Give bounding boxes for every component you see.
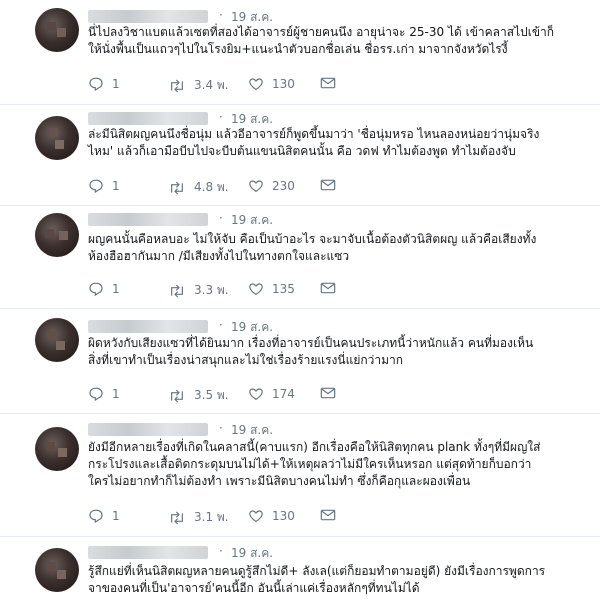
tweet-text-line: ล่ะมีนิสิตผญคนนึงชื่อนุ่ม แล้วอีอาจารย์ก… [88, 127, 540, 141]
like-button[interactable]: 135 [248, 281, 295, 297]
author-name-blurred[interactable] [88, 10, 208, 23]
retweet-button[interactable]: 3.1 พ. [168, 508, 229, 527]
retweet-button[interactable]: 3.3 พ. [168, 281, 229, 300]
tweet-actions: 1 3.4 พ. 130 [88, 76, 538, 96]
like-button[interactable]: 174 [248, 386, 295, 402]
direct-message-button[interactable] [320, 281, 336, 295]
author-name-blurred[interactable] [88, 112, 208, 125]
tweet-actions: 1 4.8 พ. 230 [88, 178, 538, 198]
tweet[interactable]: · 19 ส.ค. รู้สึกแย่ที่เห็นนิสิตผญหลายคนด… [0, 536, 600, 607]
reply-count: 1 [112, 509, 120, 523]
heart-icon [249, 510, 263, 523]
retweet-count: 3.4 พ. [194, 78, 229, 92]
author-name-blurred[interactable] [88, 213, 208, 226]
reply-button[interactable]: 1 [88, 386, 120, 402]
retweet-icon [171, 79, 183, 92]
reply-button[interactable]: 1 [88, 281, 120, 297]
tweet-text-line: รู้สึกแย่ที่เห็นนิสิตผญหลายคนดูรู้สึกไม่… [88, 564, 546, 578]
like-count: 130 [272, 509, 295, 523]
tweet-text-line: ผิดหวังกับเสียงแซวที่ได้ยินมาก เรื่องที่… [88, 336, 534, 350]
retweet-count: 4.8 พ. [194, 180, 229, 194]
tweet-text-line: กระโปรงและเสื้อติดกระดุมบนไม่ได้+ให้เหตุ… [88, 457, 532, 471]
heart-icon [249, 388, 263, 401]
retweet-button[interactable]: 3.5 พ. [168, 386, 229, 405]
tweet-date[interactable]: 19 ส.ค. [231, 211, 273, 230]
tweet-actions: 1 3.1 พ. 130 [88, 508, 538, 528]
reply-count: 1 [112, 77, 120, 91]
tweet[interactable]: · 19 ส.ค. ผญคนนั้นคือหลบอะ ไม่ให้จับ คือ… [0, 205, 600, 309]
retweet-count: 3.5 พ. [194, 388, 229, 402]
tweet-date[interactable]: 19 ส.ค. [231, 421, 273, 440]
tweet[interactable]: · 19 ส.ค. ล่ะมีนิสิตผญคนนึงชื่อนุ่ม แล้ว… [0, 104, 600, 206]
like-button[interactable]: 130 [248, 508, 295, 524]
like-count: 230 [272, 179, 295, 193]
tweet-text-line: นี่ไปลงวิชาแบตแล้วเซตที่สองได้อาจารย์ผู้… [88, 25, 555, 39]
like-button[interactable]: 130 [248, 76, 295, 92]
envelope-icon [320, 387, 336, 399]
like-count: 135 [272, 282, 295, 296]
tweet-text-line: ผญคนนั้นคือหลบอะ ไม่ให้จับ คือเป็นบ้าอะไ… [88, 232, 537, 246]
tweet[interactable]: · 19 ส.ค. ยังมีอีกหลายเรื่องที่เกิดในคลา… [0, 413, 600, 537]
avatar[interactable] [35, 427, 79, 471]
like-button[interactable]: 230 [248, 178, 295, 194]
retweet-icon [171, 181, 183, 194]
tweet[interactable]: · 19 ส.ค. นี่ไปลงวิชาแบตแล้วเซตที่สองได้… [0, 0, 600, 105]
reply-button[interactable]: 1 [88, 508, 120, 524]
retweet-count: 3.1 พ. [194, 510, 229, 524]
tweet-actions: 1 3.3 พ. 135 [88, 281, 538, 301]
reply-icon [89, 387, 103, 402]
tweet-text-line: ห้องฮือฮากันมาก /มีเสียงทั้งไปในทางตกใจแ… [88, 249, 350, 263]
reply-icon [89, 77, 103, 92]
reply-count: 1 [112, 179, 120, 193]
heart-icon [249, 78, 263, 91]
reply-button[interactable]: 1 [88, 178, 120, 194]
tweet-text-line: ไหม' แล้วก็เอามือบีบไปจะบีบต้นแขนนิสิตคน… [88, 144, 516, 158]
envelope-icon [320, 509, 336, 521]
reply-count: 1 [112, 282, 120, 296]
reply-icon [89, 282, 103, 297]
tweet-text-line: ให้นั่งพื้นเป็นแถวๆไปในโรงยิม+แนะนำตัวบอ… [88, 42, 508, 56]
tweet-thread: · 19 ส.ค. นี่ไปลงวิชาแบตแล้วเซตที่สองได้… [0, 0, 600, 607]
direct-message-button[interactable] [320, 386, 336, 400]
heart-icon [249, 180, 263, 193]
tweet-text-line: ยังมีอีกหลายเรื่องที่เกิดในคลาสนี้(คาบแร… [88, 440, 541, 454]
author-name-blurred[interactable] [88, 546, 208, 559]
tweet-text-line: จาของคนที่เป็น'อาจารย์'คนนี้อีก อันนี้เล… [88, 581, 420, 595]
like-count: 130 [272, 77, 295, 91]
tweet-text-line: สิ่งที่เขาทำเป็นเรื่องน่าสนุกและไม่ใช่เร… [88, 353, 404, 367]
retweet-button[interactable]: 4.8 พ. [168, 178, 229, 197]
envelope-icon [320, 179, 336, 191]
author-name-blurred[interactable] [88, 320, 208, 333]
tweet[interactable]: · 19 ส.ค. ผิดหวังกับเสียงแซวที่ได้ยินมาก… [0, 308, 600, 414]
tweet-actions: 1 3.5 พ. 174 [88, 386, 538, 406]
avatar[interactable] [35, 318, 79, 362]
reply-count: 1 [112, 387, 120, 401]
avatar[interactable] [35, 8, 79, 52]
reply-button[interactable]: 1 [88, 76, 120, 92]
tweet-date[interactable]: 19 ส.ค. [231, 544, 273, 563]
direct-message-button[interactable] [320, 178, 336, 192]
direct-message-button[interactable] [320, 76, 336, 90]
envelope-icon [320, 282, 336, 294]
reply-icon [89, 179, 103, 194]
direct-message-button[interactable] [320, 508, 336, 522]
author-name-blurred[interactable] [88, 423, 208, 436]
avatar[interactable] [35, 213, 79, 257]
retweet-count: 3.3 พ. [194, 283, 229, 297]
avatar[interactable] [35, 548, 79, 592]
tweet-text-line: ใครไม่อยากทำก็ไม่ต้องทำ เพราะมีนิสิตบางค… [88, 474, 471, 488]
retweet-icon [171, 511, 183, 524]
retweet-icon [171, 284, 183, 297]
retweet-button[interactable]: 3.4 พ. [168, 76, 229, 95]
heart-icon [249, 283, 263, 296]
reply-icon [89, 509, 103, 524]
envelope-icon [320, 77, 336, 89]
retweet-icon [171, 389, 183, 402]
avatar[interactable] [35, 116, 79, 160]
like-count: 174 [272, 387, 295, 401]
